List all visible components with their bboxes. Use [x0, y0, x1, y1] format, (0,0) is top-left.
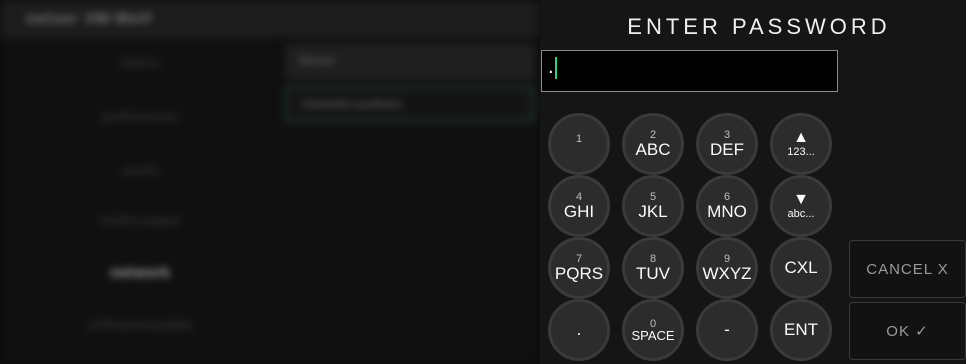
key-dot-label: . [576, 320, 582, 339]
key-2-abc[interactable]: 2 ABC [622, 113, 684, 175]
background-nav: status preferences audio midi/cv/gate ne… [0, 38, 272, 364]
key-4-letters: GHI [563, 202, 595, 221]
bg-nav-item-audio: audio [121, 164, 159, 179]
password-dialog: ENTER PASSWORD . 1 2 ABC 3 DEF ▲ 123... … [540, 0, 966, 364]
bg-row-client: Client/AccessPoint [285, 86, 535, 122]
arrow-up-icon: ▲ [793, 129, 809, 146]
password-field[interactable]: . [541, 50, 838, 92]
bg-row-server: Server [285, 44, 535, 80]
background-logo: netzer 3W-Wolf [26, 12, 153, 27]
key-enter[interactable]: ENT [770, 299, 832, 361]
key-8-letters: TUV [636, 264, 670, 283]
bg-nav-item-status: status [120, 56, 160, 71]
key-2-letters: ABC [635, 140, 671, 159]
ok-button[interactable]: OK ✓ [849, 302, 966, 360]
key-1-number: 1 [575, 133, 583, 145]
key-dash-label: - [724, 320, 730, 339]
password-value: . [548, 57, 554, 78]
key-9-letters: WXYZ [702, 264, 752, 283]
key-6-letters: MNO [707, 202, 747, 221]
key-7-pqrs[interactable]: 7 PQRS [548, 237, 610, 299]
key-1[interactable]: 1 [548, 113, 610, 175]
key-lowercase-mode[interactable]: ▼ abc... [770, 175, 832, 237]
background-app: netzer 3W-Wolf status preferences audio … [0, 0, 540, 364]
key-dot[interactable]: . [548, 299, 610, 361]
background-topbar: netzer 3W-Wolf [0, 0, 540, 38]
key-dash[interactable]: - [696, 299, 758, 361]
text-cursor [554, 57, 557, 79]
arrow-down-icon: ▼ [793, 191, 809, 208]
key-numeric-label: 123... [787, 146, 815, 158]
key-5-letters: JKL [638, 202, 668, 221]
key-numeric-mode[interactable]: ▲ 123... [770, 113, 832, 175]
dialog-title: ENTER PASSWORD [627, 14, 891, 39]
key-lowercase-label: abc... [787, 208, 815, 220]
key-clear[interactable]: CXL [770, 237, 832, 299]
key-5-jkl[interactable]: 5 JKL [622, 175, 684, 237]
bg-nav-item-software: software/update [86, 318, 193, 333]
bg-nav-item-network: network [109, 266, 171, 281]
key-clear-label: CXL [784, 258, 818, 277]
key-7-letters: PQRS [554, 264, 604, 283]
key-4-ghi[interactable]: 4 GHI [548, 175, 610, 237]
key-3-def[interactable]: 3 DEF [696, 113, 758, 175]
key-6-mno[interactable]: 6 MNO [696, 175, 758, 237]
key-9-wxyz[interactable]: 9 WXYZ [696, 237, 758, 299]
key-8-tuv[interactable]: 8 TUV [622, 237, 684, 299]
key-0-space[interactable]: 0 SPACE [622, 299, 684, 361]
bg-nav-item-preferences: preferences [101, 110, 179, 125]
bg-nav-item-midi: midi/cv/gate [99, 214, 181, 229]
key-3-letters: DEF [710, 140, 744, 159]
key-enter-label: ENT [784, 320, 818, 339]
key-space-label: SPACE [631, 328, 675, 343]
cancel-button[interactable]: CANCEL X [849, 240, 966, 298]
